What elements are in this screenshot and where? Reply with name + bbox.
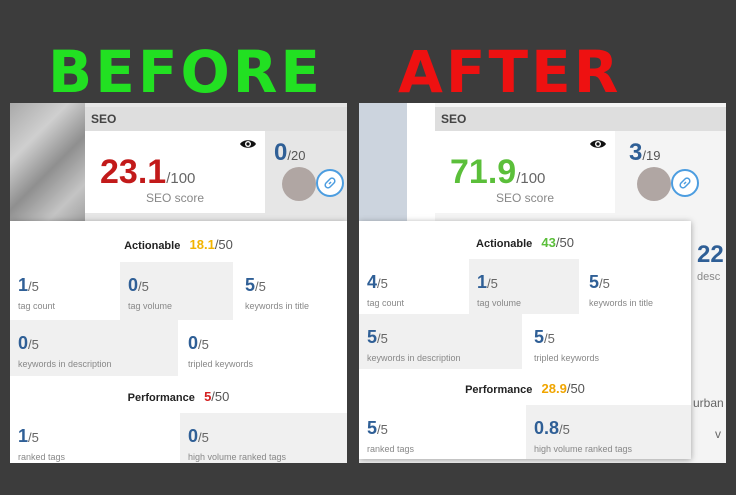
metric-tag-volume: 1/5 tag volume	[469, 259, 579, 314]
metric-ranked-tags: 1/5 ranked tags	[18, 426, 66, 462]
performance-max: /50	[566, 381, 585, 396]
metric-tag-count: 4/5 tag count	[367, 272, 405, 308]
thumbnail-gap	[407, 103, 435, 223]
seo-score-max: /100	[166, 170, 196, 187]
seo-breakdown-dropdown: Actionable 18.1/50 1/5 tag count 0/5 tag…	[10, 221, 347, 463]
eye-icon[interactable]	[589, 137, 607, 155]
after-panel: SEO 71.9/100 SEO score 3/19 22 desc urba…	[359, 103, 726, 463]
seo-score-value: 71.9	[450, 153, 517, 191]
performance-score: 28.9	[541, 381, 567, 396]
actionable-score: 18.1	[189, 237, 215, 252]
side-score-value: 3	[629, 139, 643, 166]
seo-section-header: SEO	[85, 107, 347, 131]
seo-score-max: /100	[516, 170, 546, 187]
side-score-value: 0	[274, 139, 288, 166]
metric-keywords-in-description: 5/5 keywords in description	[359, 314, 522, 369]
metric-keywords-in-title: 5/5 keywords in title	[245, 275, 310, 311]
side-score-max: /19	[642, 148, 661, 163]
seo-score-card: 71.9/100 SEO score	[435, 131, 615, 213]
actionable-score: 43	[541, 235, 556, 250]
metric-keywords-in-title: 5/5 keywords in title	[589, 272, 654, 308]
product-thumbnail	[10, 103, 85, 223]
background-metric-value: 22	[697, 241, 724, 268]
seo-score-label: SEO score	[145, 191, 205, 205]
performance-header: Performance 28.9/50	[465, 381, 585, 396]
side-score-max: /20	[287, 148, 306, 163]
before-heading: BEFORE	[48, 38, 324, 106]
link-icon[interactable]	[671, 169, 699, 197]
metric-tag-volume: 0/5 tag volume	[120, 262, 233, 320]
eye-icon[interactable]	[239, 137, 257, 155]
side-score-card: 0/20	[268, 131, 347, 213]
metric-tripled-keywords: 5/5 tripled keywords	[534, 327, 600, 363]
actionable-max: /50	[214, 237, 233, 252]
metric-high-volume-ranked-tags: 0/5 high volume ranked tags	[180, 413, 347, 463]
background-tag-text-2: v	[715, 427, 721, 441]
metric-tripled-keywords: 0/5 tripled keywords	[188, 333, 254, 369]
seo-score-value: 23.1	[100, 153, 167, 191]
actionable-header: Actionable 43/50	[476, 235, 574, 250]
actionable-max: /50	[555, 235, 574, 250]
metric-high-volume-ranked-tags: 0.8/5 high volume ranked tags	[526, 405, 691, 459]
seo-score-label: SEO score	[495, 191, 555, 205]
background-tag-text: urban	[693, 396, 724, 410]
avatar	[282, 167, 316, 201]
metric-keywords-in-description: 0/5 keywords in description	[10, 320, 178, 376]
before-panel: SEO 23.1/100 SEO score 0/20 Actionable 1…	[10, 103, 347, 463]
performance-max: /50	[211, 389, 230, 404]
avatar	[637, 167, 671, 201]
seo-breakdown-dropdown: Actionable 43/50 4/5 tag count 1/5 tag v…	[359, 221, 691, 459]
side-score-card: 3/19	[623, 131, 713, 213]
link-icon[interactable]	[316, 169, 344, 197]
background-metric-label: desc	[697, 271, 721, 283]
after-heading: AFTER	[398, 38, 622, 106]
actionable-header: Actionable 18.1/50	[124, 237, 233, 252]
seo-section-header: SEO	[435, 107, 726, 131]
metric-tag-count: 1/5 tag count	[18, 275, 56, 311]
metric-ranked-tags: 5/5 ranked tags	[367, 418, 415, 454]
product-thumbnail	[359, 103, 407, 223]
seo-score-card: 23.1/100 SEO score	[85, 131, 265, 213]
performance-header: Performance 5/50	[127, 389, 230, 404]
